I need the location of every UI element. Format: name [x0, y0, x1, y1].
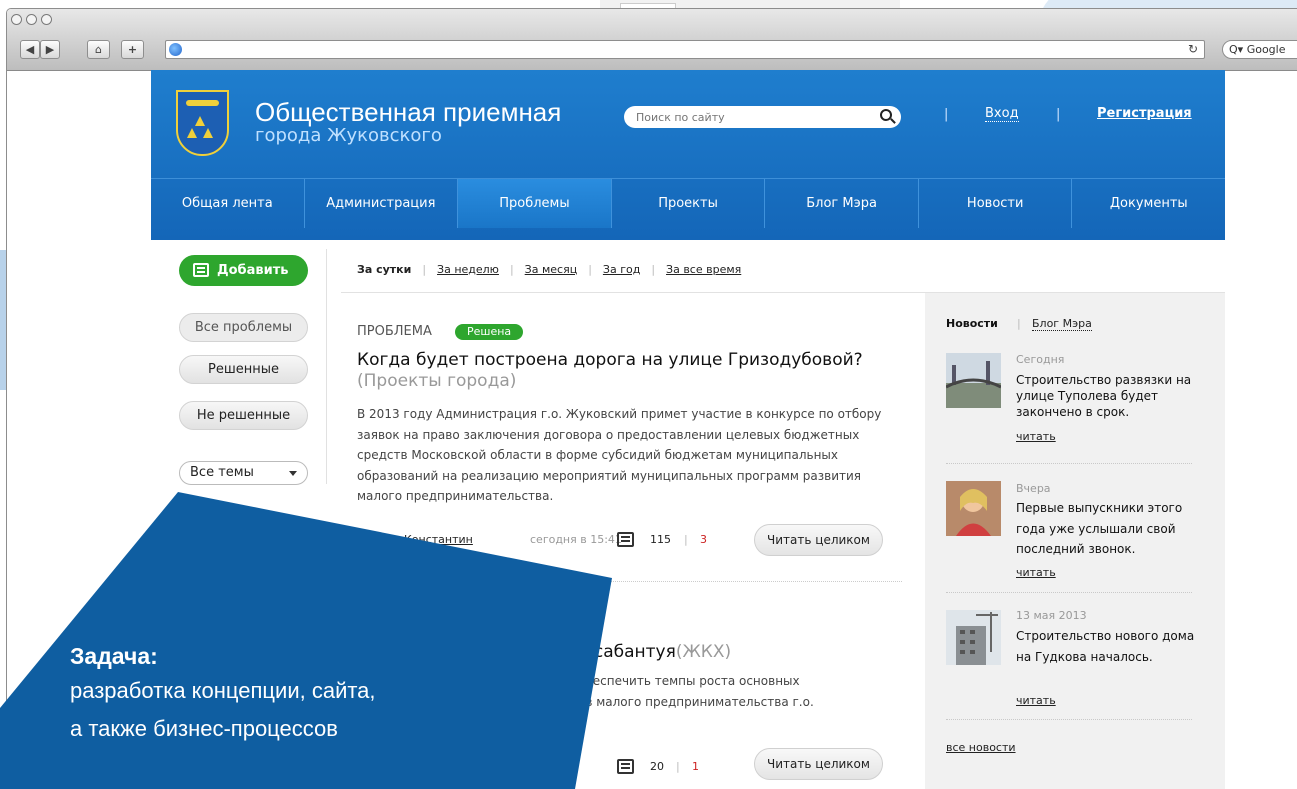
article-title[interactable]: Когда будет построена дорога на улице Гр… [357, 350, 877, 392]
status-badge: Решена [455, 324, 524, 340]
article-type-label: ПРОБЛЕМА [357, 324, 432, 339]
comment-plus-icon [193, 263, 209, 277]
address-bar[interactable]: ↻ [165, 40, 1205, 59]
news-date: Вчера [1016, 482, 1051, 495]
forward-arrow-icon[interactable]: ▶ [40, 40, 60, 59]
all-news-link[interactable]: все новости [946, 741, 1016, 754]
tab-news[interactable]: Новости [946, 317, 998, 330]
news-read-link[interactable]: читать [1016, 694, 1056, 707]
browser-search-placeholder: Google [1246, 43, 1286, 56]
nav-item-documents[interactable]: Документы [1072, 179, 1225, 228]
tab-year[interactable]: За год [603, 263, 640, 276]
tab-day[interactable]: За сутки [357, 263, 411, 276]
new-comment-count[interactable]: 1 [692, 760, 699, 773]
comment-icon [617, 759, 634, 774]
tab-month[interactable]: За месяц [525, 263, 578, 276]
tab-mayor-blog[interactable]: Блог Мэра [1032, 317, 1092, 331]
header-separator: | [1056, 107, 1061, 122]
nav-item-feed[interactable]: Общая лента [151, 179, 305, 228]
read-more-button[interactable]: Читать целиком [754, 748, 883, 780]
new-comment-count[interactable]: 3 [700, 533, 707, 546]
nav-item-projects[interactable]: Проекты [612, 179, 766, 228]
excerpt-line: ов малого предпринимательства г.о. [578, 694, 814, 709]
nav-item-administration[interactable]: Администрация [305, 179, 459, 228]
browser-toolbar: ◀ ▶ ⌂ + ↻ Q▾ Google [7, 9, 1297, 71]
news-thumbnail[interactable] [946, 481, 1001, 536]
news-text[interactable]: Строительство нового дома на Гудкова нач… [1016, 626, 1196, 667]
news-date: Сегодня [1016, 353, 1065, 366]
news-divider [946, 719, 1192, 720]
nav-item-news[interactable]: Новости [919, 179, 1073, 228]
site-search-input[interactable] [636, 107, 871, 128]
article-category[interactable]: (Проекты города) [357, 371, 516, 391]
add-bookmark-icon[interactable]: + [121, 40, 144, 59]
article-author[interactable]: Константин [404, 533, 473, 546]
close-window-button[interactable] [11, 14, 22, 25]
news-thumbnail[interactable] [946, 610, 1001, 665]
article-title-text[interactable]: е сабантуя [578, 642, 676, 662]
banner-line: разработка концепции, сайта, [70, 678, 376, 703]
filter-solved[interactable]: Решенные [179, 355, 308, 384]
nav-item-mayor-blog[interactable]: Блог Мэра [765, 179, 919, 228]
login-link[interactable]: Вход [985, 106, 1019, 122]
reload-icon[interactable]: ↻ [1188, 42, 1198, 56]
article-excerpt: обеспечить темпы роста основных ов малог… [578, 671, 898, 712]
article-divider [357, 581, 902, 582]
site-title[interactable]: Общественная приемная [255, 98, 561, 126]
browser-search-field[interactable]: Q▾ Google [1222, 40, 1297, 59]
chevron-down-icon [289, 471, 297, 476]
period-tabs: За сутки | За неделю | За месяц | За год… [357, 263, 742, 276]
topics-select[interactable]: Все темы [179, 461, 308, 485]
article-time: сегодня в 15:41 [530, 533, 622, 546]
nav-item-problems[interactable]: Проблемы [458, 179, 612, 228]
news-text[interactable]: Строительство развязки на улице Туполева… [1016, 372, 1196, 420]
news-thumbnail[interactable] [946, 353, 1001, 408]
article-excerpt: В 2013 году Администрация г.о. Жуковский… [357, 407, 882, 503]
news-date: 13 мая 2013 [1016, 609, 1087, 622]
news-text[interactable]: Первые выпускники этого года уже услышал… [1016, 498, 1196, 560]
news-read-link[interactable]: читать [1016, 566, 1056, 579]
site-subtitle: города Жуковского [255, 125, 442, 146]
news-read-link[interactable]: читать [1016, 430, 1056, 443]
banner-line: а также бизнес-процессов [70, 716, 338, 741]
add-button-label: Добавить [217, 263, 289, 278]
register-link[interactable]: Регистрация [1097, 106, 1192, 121]
globe-icon [169, 43, 182, 56]
article-category[interactable]: (ЖКХ) [676, 642, 731, 662]
filter-all-problems[interactable]: Все проблемы [179, 313, 308, 342]
search-icon: Q▾ [1229, 43, 1244, 56]
comment-count[interactable]: 115 [650, 533, 671, 546]
main-navigation: Общая лента Администрация Проблемы Проек… [151, 178, 1225, 228]
search-icon[interactable] [880, 109, 892, 121]
header-separator: | [944, 107, 949, 122]
task-banner: Задача: разработка концепции, сайта, а т… [70, 640, 376, 748]
tab-all-time[interactable]: За все время [666, 263, 741, 276]
filter-unsolved[interactable]: Не решенные [179, 401, 308, 430]
site-search[interactable] [624, 106, 901, 128]
column-divider [326, 249, 327, 484]
back-arrow-icon[interactable]: ◀ [20, 40, 40, 59]
article-title-text[interactable]: Когда будет построена дорога на улице Гр… [357, 350, 863, 370]
topics-select-value: Все темы [190, 465, 254, 480]
zoom-window-button[interactable] [41, 14, 52, 25]
banner-heading: Задача: [70, 643, 158, 669]
tab-week[interactable]: За неделю [437, 263, 499, 276]
site-header: Общественная приемная города Жуковского … [151, 70, 1225, 240]
read-more-button[interactable]: Читать целиком [754, 524, 883, 556]
excerpt-line: обеспечить темпы роста основных [578, 674, 800, 688]
add-button[interactable]: Добавить [179, 255, 308, 286]
comment-count[interactable]: 20 [650, 760, 664, 773]
minimize-window-button[interactable] [26, 14, 37, 25]
news-divider [946, 592, 1192, 593]
article-title[interactable]: е сабантуя(ЖКХ) [578, 642, 731, 662]
comment-icon [617, 532, 634, 547]
home-icon[interactable]: ⌂ [87, 40, 110, 59]
news-divider [946, 463, 1192, 464]
city-emblem-logo[interactable] [176, 90, 229, 156]
